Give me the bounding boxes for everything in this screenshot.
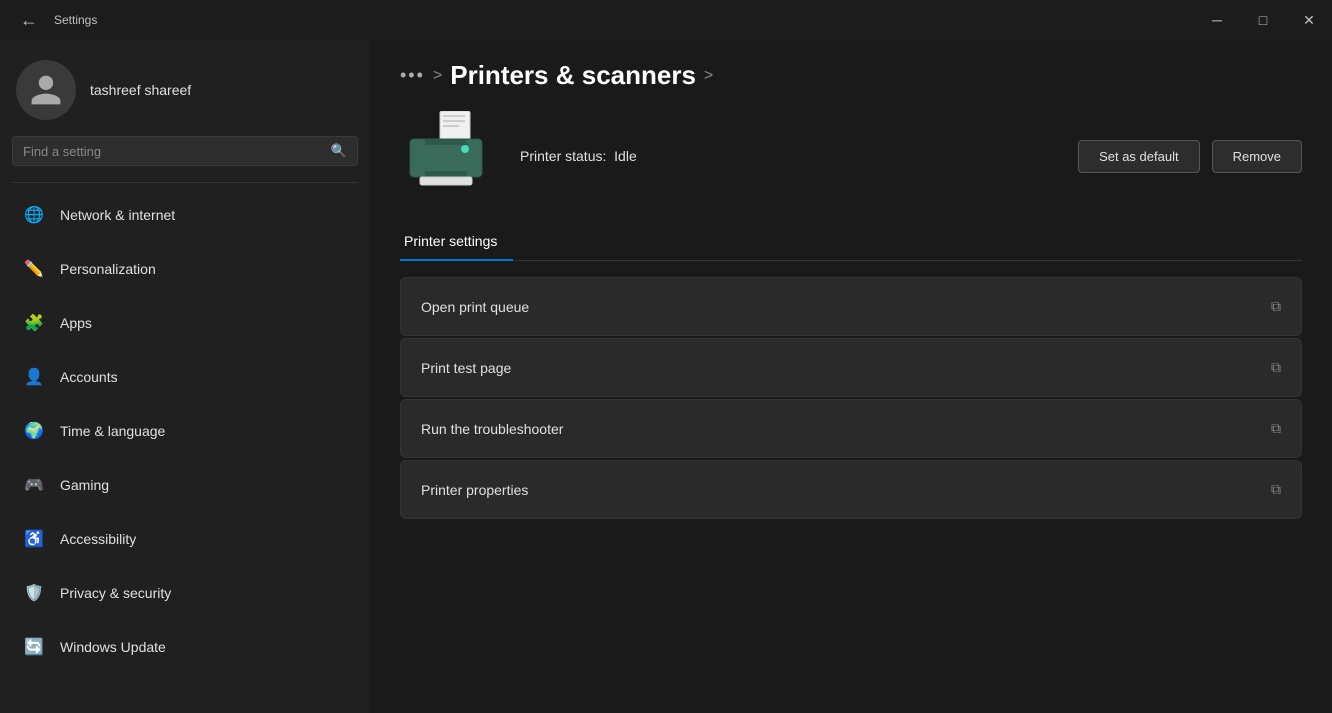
settings-list: Open print queue ⧉ Print test page ⧉ Run… [400, 277, 1302, 519]
username: tashreef shareef [90, 82, 191, 98]
settings-item-printer-properties[interactable]: Printer properties ⧉ [400, 460, 1302, 519]
printer-icon-area [400, 111, 500, 201]
sidebar-item-personalization[interactable]: ✏️ Personalization [6, 243, 364, 295]
breadcrumb-sep-2: > [704, 67, 713, 85]
remove-button[interactable]: Remove [1212, 140, 1302, 173]
external-link-icon: ⧉ [1271, 481, 1281, 498]
personalization-icon: ✏️ [22, 257, 46, 281]
settings-label-printer-properties: Printer properties [421, 482, 528, 498]
search-box: 🔍 [12, 136, 358, 166]
sidebar-item-privacy[interactable]: 🛡️ Privacy & security [6, 567, 364, 619]
time-icon: 🌍 [22, 419, 46, 443]
sidebar-divider [12, 182, 358, 183]
breadcrumb-dots[interactable]: ••• [400, 65, 425, 86]
maximize-button[interactable]: □ [1240, 0, 1286, 40]
settings-label-open-print-queue: Open print queue [421, 299, 529, 315]
sidebar-label-personalization: Personalization [60, 261, 156, 277]
search-input[interactable] [23, 144, 323, 159]
printer-status-area: Printer status: Idle [520, 148, 637, 164]
sidebar-item-update[interactable]: 🔄 Windows Update [6, 621, 364, 673]
sidebar-label-accessibility: Accessibility [60, 531, 136, 547]
sidebar-item-gaming[interactable]: 🎮 Gaming [6, 459, 364, 511]
breadcrumb: ••• > Printers & scanners > [400, 60, 1302, 91]
update-icon: 🔄 [22, 635, 46, 659]
printer-status: Printer status: Idle [520, 148, 637, 164]
sidebar-label-gaming: Gaming [60, 477, 109, 493]
search-container: 🔍 [0, 136, 370, 178]
sidebar-item-accessibility[interactable]: ♿ Accessibility [6, 513, 364, 565]
sidebar-item-network[interactable]: 🌐 Network & internet [6, 189, 364, 241]
external-link-icon: ⧉ [1271, 420, 1281, 437]
sidebar-item-accounts[interactable]: 👤 Accounts [6, 351, 364, 403]
sidebar-label-apps: Apps [60, 315, 92, 331]
titlebar-title: Settings [54, 13, 97, 27]
titlebar: ← Settings ─ □ ✕ [0, 0, 1332, 40]
breadcrumb-sep-1: > [433, 67, 442, 85]
back-button[interactable]: ← [12, 6, 46, 35]
apps-icon: 🧩 [22, 311, 46, 335]
sidebar-item-apps[interactable]: 🧩 Apps [6, 297, 364, 349]
titlebar-controls: ─ □ ✕ [1194, 0, 1332, 40]
external-link-icon: ⧉ [1271, 359, 1281, 376]
search-icon: 🔍 [331, 143, 347, 159]
privacy-icon: 🛡️ [22, 581, 46, 605]
settings-item-open-print-queue[interactable]: Open print queue ⧉ [400, 277, 1302, 336]
external-link-icon: ⧉ [1271, 298, 1281, 315]
sidebar-label-update: Windows Update [60, 639, 166, 655]
main-layout: tashreef shareef 🔍 🌐 Network & internet … [0, 40, 1332, 713]
tabs-bar: Printer settings [400, 225, 1302, 261]
sidebar: tashreef shareef 🔍 🌐 Network & internet … [0, 40, 370, 713]
accounts-icon: 👤 [22, 365, 46, 389]
printer-header: Printer status: Idle Set as default Remo… [400, 111, 1302, 201]
sidebar-label-accounts: Accounts [60, 369, 118, 385]
user-avatar-icon [28, 72, 64, 108]
network-icon: 🌐 [22, 203, 46, 227]
content-area: ••• > Printers & scanners > [370, 40, 1332, 713]
minimize-button[interactable]: ─ [1194, 0, 1240, 40]
tab-printer-settings[interactable]: Printer settings [400, 225, 513, 261]
set-default-button[interactable]: Set as default [1078, 140, 1200, 173]
breadcrumb-title: Printers & scanners [450, 60, 696, 91]
close-button[interactable]: ✕ [1286, 0, 1332, 40]
nav-list: 🌐 Network & internet ✏️ Personalization … [0, 187, 370, 675]
accessibility-icon: ♿ [22, 527, 46, 551]
avatar [16, 60, 76, 120]
user-profile[interactable]: tashreef shareef [0, 40, 370, 136]
printer-icon [400, 111, 500, 201]
sidebar-label-privacy: Privacy & security [60, 585, 171, 601]
sidebar-item-time[interactable]: 🌍 Time & language [6, 405, 364, 457]
settings-item-run-troubleshooter[interactable]: Run the troubleshooter ⧉ [400, 399, 1302, 458]
sidebar-label-network: Network & internet [60, 207, 175, 223]
settings-label-print-test-page: Print test page [421, 360, 511, 376]
settings-label-run-troubleshooter: Run the troubleshooter [421, 421, 563, 437]
settings-item-print-test-page[interactable]: Print test page ⧉ [400, 338, 1302, 397]
printer-actions: Set as default Remove [1078, 140, 1302, 173]
sidebar-label-time: Time & language [60, 423, 165, 439]
gaming-icon: 🎮 [22, 473, 46, 497]
